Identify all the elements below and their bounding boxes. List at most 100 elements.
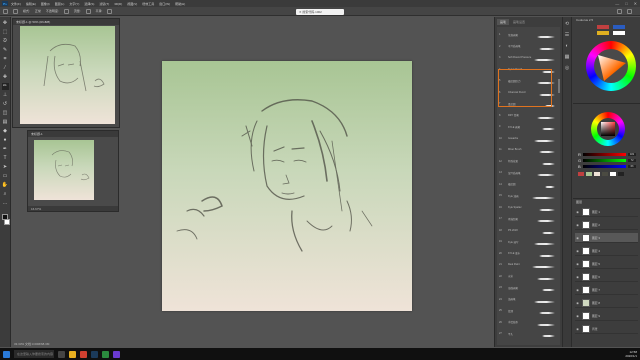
- history-brush-tool-icon[interactable]: ↺: [2, 101, 9, 108]
- document-canvas[interactable]: [162, 61, 412, 311]
- maximize-icon[interactable]: □: [625, 1, 627, 6]
- brush-item[interactable]: 27 平头: [499, 330, 557, 337]
- color-square[interactable]: [601, 122, 615, 136]
- airbrush-icon[interactable]: [85, 8, 91, 14]
- task-view-icon[interactable]: [58, 350, 65, 358]
- brush-item[interactable]: 13 湿介质画笔: [499, 169, 557, 176]
- dodge-tool-icon[interactable]: ●: [2, 137, 9, 144]
- menu-help[interactable]: 帮助(H): [175, 2, 185, 6]
- layer-row[interactable]: ◉ 图层 7: [575, 285, 638, 295]
- brush-item[interactable]: 22 水彩: [499, 273, 557, 280]
- layer-row[interactable]: ◉ 背景: [575, 324, 638, 334]
- lasso-tool-icon[interactable]: ᘐ: [2, 38, 9, 45]
- brush-item[interactable]: 1 常规画笔: [499, 31, 557, 38]
- shape-tool-icon[interactable]: ▭: [2, 173, 9, 180]
- menu-file[interactable]: 文件(F): [11, 2, 21, 6]
- recent-color-5[interactable]: [610, 172, 616, 176]
- brush-tool-icon[interactable]: [3, 8, 8, 14]
- menu-image[interactable]: 图像(I): [41, 2, 50, 6]
- brush-item[interactable]: 26 手绘线条: [499, 319, 557, 326]
- slider-green-track[interactable]: [583, 158, 627, 162]
- mini-swatch-yellow[interactable]: [597, 31, 609, 35]
- slider-green[interactable]: G 72: [578, 158, 636, 163]
- brush-item[interactable]: 15 Kyle 油画: [499, 192, 557, 199]
- brush-item[interactable]: 10 Gouache: [499, 135, 557, 142]
- layer-row[interactable]: ◉ 图层 2: [575, 220, 638, 230]
- quick-select-tool-icon[interactable]: ✎: [2, 47, 9, 54]
- app-task-icon[interactable]: [102, 350, 109, 358]
- layer-row[interactable]: ◉ 图层 1: [575, 207, 638, 217]
- slider-red-value[interactable]: 181: [628, 152, 636, 156]
- photoshop-task-icon[interactable]: [91, 350, 98, 358]
- recent-color-1[interactable]: [578, 172, 584, 176]
- properties-icon[interactable]: ☰: [564, 32, 570, 38]
- slider-blue-track[interactable]: [582, 164, 627, 168]
- pressure-opacity-icon[interactable]: [63, 8, 69, 14]
- adjustments-icon[interactable]: ◐: [564, 43, 570, 49]
- swatches-icon[interactable]: ▦: [564, 54, 570, 60]
- pen-tool-icon[interactable]: ✒: [2, 146, 9, 153]
- brush-preset-icon[interactable]: [13, 8, 18, 14]
- brush-item[interactable]: 20 KYLE 墨水: [499, 250, 557, 257]
- blur-tool-icon[interactable]: ◆: [2, 128, 9, 135]
- slider-blue[interactable]: B 63: [578, 164, 636, 169]
- start-button-icon[interactable]: [3, 350, 10, 358]
- eyedropper-tool-icon[interactable]: ⁄: [2, 65, 9, 72]
- path-select-tool-icon[interactable]: ➤: [2, 164, 9, 171]
- workspace-icon[interactable]: [617, 9, 622, 14]
- preview-window-small-title[interactable]: 未标题-1: [28, 131, 118, 137]
- minimize-icon[interactable]: —: [615, 1, 619, 6]
- layer-row[interactable]: ◉ 图层 9: [575, 311, 638, 321]
- menu-3d[interactable]: 3D(D): [114, 2, 122, 6]
- visibility-eye-icon[interactable]: ◉: [575, 288, 580, 292]
- history-icon[interactable]: ⟲: [564, 21, 570, 27]
- menu-window[interactable]: 窗口(W): [159, 2, 170, 6]
- layer-row[interactable]: ◉ 图层 4: [575, 246, 638, 256]
- layer-row[interactable]: ◉ 图层 3: [575, 233, 638, 243]
- visibility-eye-icon[interactable]: ◉: [575, 249, 580, 253]
- crop-tool-icon[interactable]: ⌗: [2, 56, 9, 63]
- mode-select[interactable]: 正常: [35, 9, 41, 13]
- slider-blue-value[interactable]: 63: [628, 164, 636, 168]
- brush-item[interactable]: 23 海绵画笔: [499, 284, 557, 291]
- visibility-eye-icon[interactable]: ◉: [575, 223, 580, 227]
- taskbar-search[interactable]: 在这里输入你要搜索的内容: [14, 350, 54, 358]
- brush-item[interactable]: 17 素描铅笔: [499, 215, 557, 222]
- tab-brush-settings[interactable]: 画笔设置: [510, 19, 529, 25]
- brush-tool-icon[interactable]: ✏: [1, 83, 9, 90]
- close-icon[interactable]: ✕: [634, 1, 637, 6]
- file-explorer-icon[interactable]: [69, 350, 76, 358]
- eraser-tool-icon[interactable]: ◫: [2, 110, 9, 117]
- tab-brushes[interactable]: 画笔: [497, 19, 510, 25]
- brush-item[interactable]: 12 特殊效果: [499, 158, 557, 165]
- menu-filter[interactable]: 滤镜(T): [99, 2, 109, 6]
- brush-scrollbar[interactable]: [558, 79, 560, 93]
- visibility-eye-icon[interactable]: ◉: [575, 314, 580, 318]
- visibility-eye-icon[interactable]: ◉: [575, 210, 580, 214]
- visibility-eye-icon[interactable]: ◉: [575, 236, 580, 240]
- visibility-eye-icon[interactable]: ◉: [575, 301, 580, 305]
- search-field[interactable]: ✕ 搜索代码 1002: [296, 9, 344, 15]
- gradient-tool-icon[interactable]: ▤: [2, 119, 9, 126]
- stamp-tool-icon[interactable]: ⊥: [2, 92, 9, 99]
- menu-view[interactable]: 视图(V): [127, 2, 137, 6]
- brush-item[interactable]: 18 PS 2018: [499, 227, 557, 234]
- more-tools-icon[interactable]: …: [2, 200, 9, 207]
- navigator-icon[interactable]: ◎: [564, 65, 570, 71]
- brush-item[interactable]: 24 油画笔: [499, 296, 557, 303]
- brush-item[interactable]: 16 Kyle Spatter: [499, 204, 557, 211]
- recent-color-2[interactable]: [586, 172, 592, 176]
- brush-item[interactable]: 3 Soft Round Pressure: [499, 54, 557, 61]
- marquee-tool-icon[interactable]: ⬚: [2, 29, 9, 36]
- hand-tool-icon[interactable]: ✋: [2, 182, 9, 189]
- healing-tool-icon[interactable]: ✚: [2, 74, 9, 81]
- menu-plugins[interactable]: 增效工具: [142, 2, 154, 6]
- type-tool-icon[interactable]: T: [2, 155, 9, 162]
- brush-item[interactable]: 19 Kyle 速写: [499, 238, 557, 245]
- mini-swatch-red[interactable]: [597, 25, 609, 29]
- background-color-swatch[interactable]: [4, 219, 10, 225]
- layer-row[interactable]: ◉ 图层 8: [575, 298, 638, 308]
- layer-row[interactable]: ◉ 图层 6: [575, 272, 638, 282]
- menu-edit[interactable]: 编辑(E): [26, 2, 36, 6]
- recent-color-3[interactable]: [594, 172, 600, 176]
